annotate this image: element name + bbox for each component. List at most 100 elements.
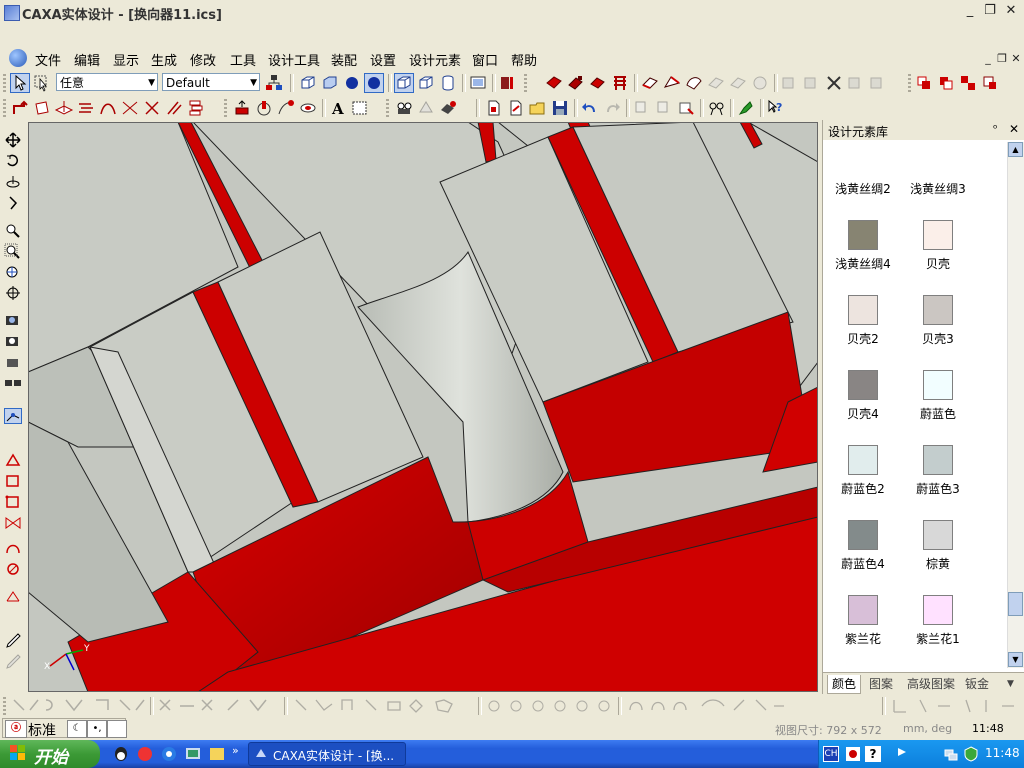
sketch-box-icon[interactable] xyxy=(4,473,22,489)
menu-generate[interactable]: 生成 xyxy=(151,50,177,69)
task-button-caxa[interactable]: CAXA实体设计 - [换... xyxy=(248,742,406,766)
toolbar-grip[interactable] xyxy=(224,99,227,117)
color-swatch[interactable] xyxy=(923,595,953,625)
style-combo[interactable]: Default ▼ xyxy=(162,73,260,91)
render-icon[interactable] xyxy=(498,73,518,93)
box-solid-icon[interactable] xyxy=(320,73,340,93)
pin-icon[interactable]: ᵒ xyxy=(993,122,998,135)
menu-design-elements[interactable]: 设计元素 xyxy=(409,50,461,69)
draft-icon[interactable] xyxy=(728,73,748,93)
camera-rotate-icon[interactable] xyxy=(4,354,22,370)
sketch-arc-icon[interactable] xyxy=(4,540,22,556)
assembly-red-icon[interactable] xyxy=(914,73,934,93)
arc-tools[interactable] xyxy=(626,696,786,716)
document-icon[interactable] xyxy=(9,49,27,67)
fillet-icon[interactable] xyxy=(684,73,704,93)
zoom-fit-icon[interactable] xyxy=(4,264,22,280)
color-swatch[interactable] xyxy=(923,295,953,325)
sketch-offset-icon[interactable] xyxy=(76,98,96,118)
toolbar-grip[interactable] xyxy=(524,74,527,92)
sphere-icon[interactable] xyxy=(342,73,362,93)
color-swatch[interactable] xyxy=(923,520,953,550)
smart-snap-tools[interactable] xyxy=(10,696,150,716)
explorer-icon[interactable] xyxy=(208,745,226,763)
screen-icon[interactable] xyxy=(468,73,488,93)
sketch-plane-icon[interactable] xyxy=(54,98,74,118)
punctuation-icon[interactable]: •, xyxy=(87,720,107,738)
light-icon[interactable] xyxy=(416,98,436,118)
hidden-box-icon[interactable] xyxy=(416,73,436,93)
boolean-icon[interactable] xyxy=(780,73,800,93)
camera-settings-icon[interactable] xyxy=(4,375,22,391)
sweep-icon[interactable] xyxy=(276,98,296,118)
pan-icon[interactable] xyxy=(4,132,22,148)
sphere-shaded-icon[interactable] xyxy=(364,73,384,93)
menu-file[interactable]: 文件 xyxy=(35,50,61,69)
keyboard-icon[interactable] xyxy=(107,720,127,738)
minimize-button[interactable]: _ xyxy=(962,4,978,18)
scroll-thumb[interactable] xyxy=(1008,592,1023,616)
look-at-icon[interactable] xyxy=(4,408,22,424)
tree-icon[interactable] xyxy=(264,73,284,93)
zoom-icon[interactable] xyxy=(4,222,22,238)
menu-tools[interactable]: 工具 xyxy=(230,50,256,69)
scroll-down-icon[interactable]: ▼ xyxy=(1008,652,1023,667)
image-icon[interactable] xyxy=(350,98,370,118)
sketch-extend-icon[interactable] xyxy=(164,98,184,118)
walk-icon[interactable] xyxy=(4,195,22,211)
toolbar-grip[interactable] xyxy=(3,697,6,715)
sketch-curve-icon[interactable] xyxy=(98,98,118,118)
sketch-square-icon[interactable] xyxy=(4,494,22,510)
close-button[interactable]: ✕ xyxy=(1003,4,1019,18)
tab-sheetmetal[interactable]: 钣金 xyxy=(965,675,989,693)
sketch-trim-icon[interactable] xyxy=(142,98,162,118)
sketch-stack-icon[interactable] xyxy=(186,98,206,118)
toolbar-grip[interactable] xyxy=(386,99,389,117)
wireframe-box-icon[interactable] xyxy=(394,73,414,93)
shape-tools[interactable] xyxy=(292,696,472,716)
start-button[interactable]: 开始 xyxy=(0,740,100,768)
orbit-icon[interactable] xyxy=(4,153,22,169)
face-offset-icon[interactable] xyxy=(846,73,866,93)
selection-filter-combo[interactable]: 任意 ▼ xyxy=(56,73,158,91)
select-mode-icon[interactable] xyxy=(32,73,52,93)
toolbar-grip[interactable] xyxy=(3,74,6,92)
edge-tool-icon[interactable] xyxy=(640,73,660,93)
menu-design-tools[interactable]: 设计工具 xyxy=(268,50,320,69)
menu-modify[interactable]: 修改 xyxy=(190,50,216,69)
copy-icon[interactable] xyxy=(632,98,652,118)
extrude-up-icon[interactable] xyxy=(232,98,252,118)
ime-logo-icon[interactable]: ⓐ xyxy=(5,720,27,738)
ime-bar[interactable]: ⓐ 标准 ☾ •, xyxy=(2,718,127,740)
render-bucket-icon[interactable] xyxy=(438,98,458,118)
ime-tray-icon[interactable] xyxy=(845,746,861,762)
eyedropper-icon[interactable] xyxy=(4,632,22,648)
tray-arrow-icon[interactable] xyxy=(897,746,907,756)
pattern-icon[interactable] xyxy=(802,73,822,93)
moon-icon[interactable]: ☾ xyxy=(67,720,87,738)
select-arrow-icon[interactable] xyxy=(10,73,30,93)
find-icon[interactable] xyxy=(706,98,726,118)
shell-icon[interactable] xyxy=(706,73,726,93)
desktop-icon[interactable] xyxy=(184,745,202,763)
tab-advanced-pattern[interactable]: 高级图案 xyxy=(907,675,955,693)
menu-settings[interactable]: 设置 xyxy=(370,50,396,69)
undo-icon[interactable] xyxy=(580,98,600,118)
sketch-arrow-icon[interactable] xyxy=(10,98,30,118)
color-swatch[interactable] xyxy=(848,220,878,250)
tab-pattern[interactable]: 图案 xyxy=(869,675,893,693)
color-swatch[interactable] xyxy=(848,520,878,550)
camera-icon[interactable] xyxy=(394,98,414,118)
sweep-red-icon[interactable] xyxy=(588,73,608,93)
scissors-icon[interactable] xyxy=(824,73,844,93)
save-icon[interactable] xyxy=(550,98,570,118)
menu-help[interactable]: 帮助 xyxy=(511,50,537,69)
curve-tools[interactable] xyxy=(158,696,278,716)
ime-mode[interactable]: 标准 xyxy=(28,720,56,740)
scroll-up-icon[interactable]: ▲ xyxy=(1008,142,1023,157)
circle-tools[interactable] xyxy=(486,696,616,716)
target-icon[interactable] xyxy=(4,285,22,301)
app-launcher-icon[interactable] xyxy=(136,745,154,763)
maximize-button[interactable]: ❐ xyxy=(982,4,998,18)
panel-scrollbar[interactable]: ▲ ▼ xyxy=(1007,142,1024,668)
